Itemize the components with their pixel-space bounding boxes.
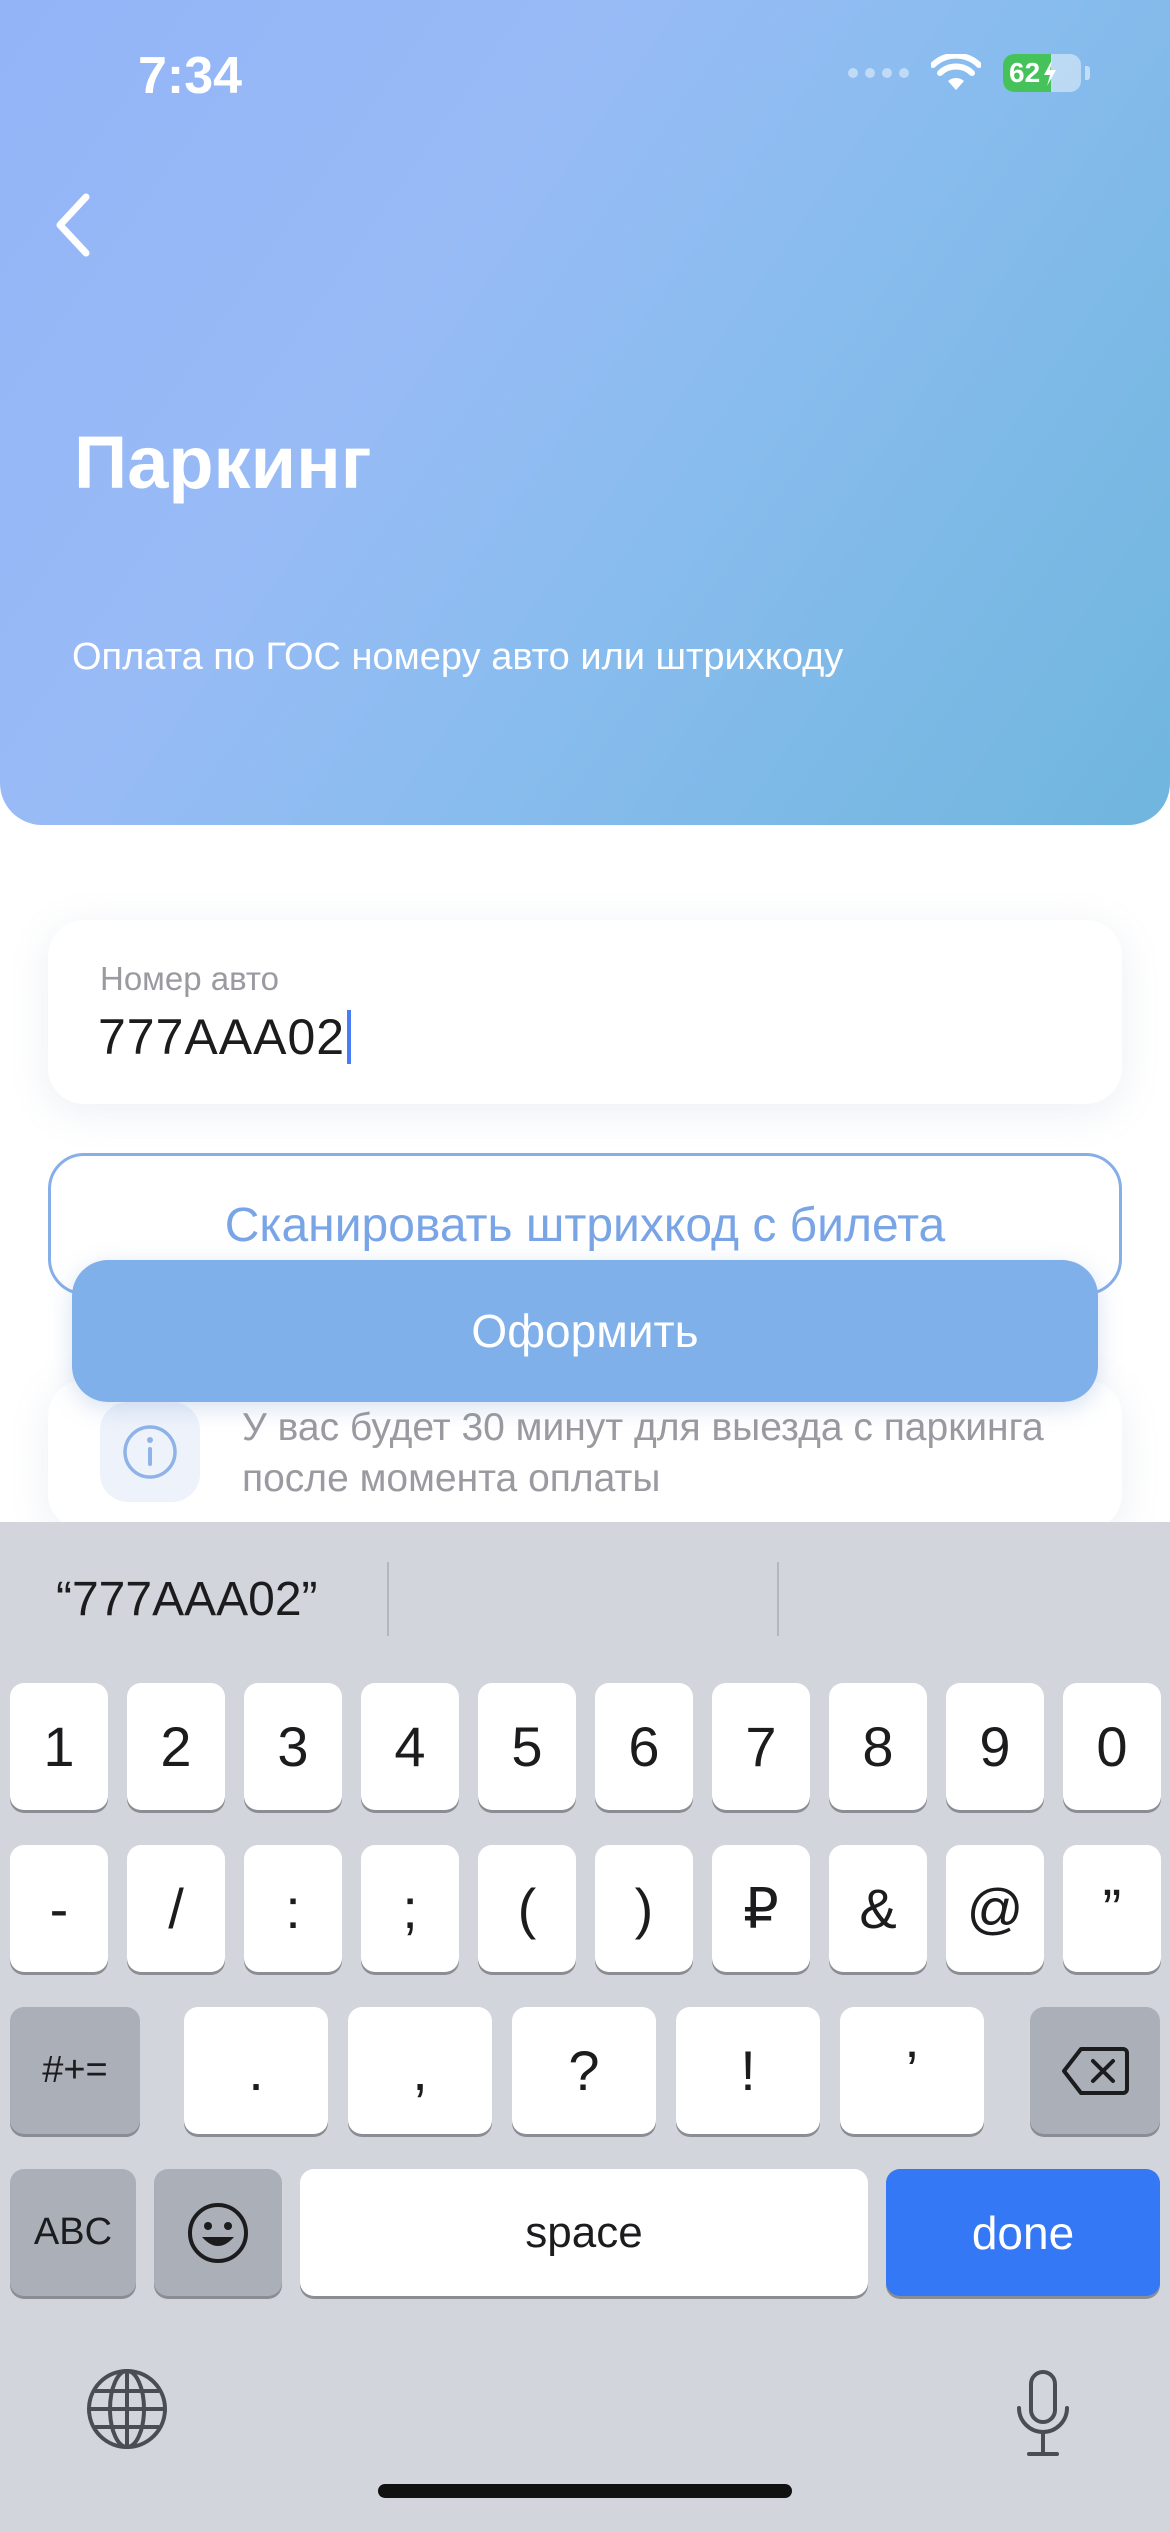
key-at[interactable]: @ (946, 1845, 1044, 1972)
key-7[interactable]: 7 (712, 1683, 810, 1810)
key-5[interactable]: 5 (478, 1683, 576, 1810)
keyboard: “777AAA02” 1 2 3 4 5 6 7 8 9 0 - / : ; (… (0, 1522, 1170, 2532)
microphone-icon[interactable] (998, 2364, 1088, 2464)
key-comma[interactable]: , (348, 2007, 492, 2134)
battery-level: 62 (1009, 57, 1041, 88)
header: 7:34 62 Паркинг Оплата по ГОС номеру авт… (0, 0, 1170, 825)
suggestion-bar: “777AAA02” (0, 1522, 1170, 1677)
status-indicators: 62 (848, 54, 1090, 92)
home-indicator[interactable] (378, 2484, 792, 2498)
space-key[interactable]: space (300, 2169, 868, 2296)
cellular-signal-icon (848, 68, 909, 78)
chevron-left-icon (56, 193, 90, 257)
done-key[interactable]: done (886, 2169, 1160, 2296)
page-subtitle: Оплата по ГОС номеру авто или штрихкоду (72, 636, 844, 678)
suggestion-divider (387, 1562, 389, 1636)
key-semicolon[interactable]: ; (361, 1845, 459, 1972)
key-colon[interactable]: : (244, 1845, 342, 1972)
globe-icon[interactable] (82, 2364, 172, 2454)
battery-cap (1085, 66, 1090, 80)
key-close-paren[interactable]: ) (595, 1845, 693, 1972)
key-apostrophe[interactable]: ’ (840, 2007, 984, 2134)
car-number-input[interactable]: 777AAA02 (98, 1008, 352, 1066)
submit-button[interactable]: Оформить (72, 1260, 1098, 1402)
key-open-paren[interactable]: ( (478, 1845, 576, 1972)
key-hyphen[interactable]: - (10, 1845, 108, 1972)
key-0[interactable]: 0 (1063, 1683, 1161, 1810)
page-title: Паркинг (74, 421, 372, 504)
key-ampersand[interactable]: & (829, 1845, 927, 1972)
submit-label: Оформить (471, 1305, 699, 1357)
battery-icon: 62 (1003, 54, 1081, 92)
suggestion-divider (777, 1562, 779, 1636)
key-exclamation[interactable]: ! (676, 2007, 820, 2134)
info-icon (100, 1402, 200, 1502)
key-period[interactable]: . (184, 2007, 328, 2134)
car-number-label: Номер авто (100, 960, 280, 997)
key-9[interactable]: 9 (946, 1683, 1044, 1810)
key-4[interactable]: 4 (361, 1683, 459, 1810)
key-slash[interactable]: / (127, 1845, 225, 1972)
emoji-icon (188, 2202, 248, 2263)
wifi-icon (931, 54, 981, 90)
key-question[interactable]: ? (512, 2007, 656, 2134)
abc-key[interactable]: ABC (10, 2169, 136, 2296)
key-8[interactable]: 8 (829, 1683, 927, 1810)
car-number-value: 777AAA02 (98, 1009, 346, 1065)
backspace-icon (1062, 2046, 1129, 2095)
key-3[interactable]: 3 (244, 1683, 342, 1810)
symbols-toggle-key[interactable]: #+= (10, 2007, 140, 2134)
emoji-key[interactable] (154, 2169, 282, 2296)
key-ruble[interactable]: ₽ (712, 1845, 810, 1972)
info-card: У вас будет 30 минут для выезда с паркин… (48, 1380, 1122, 1530)
key-quote[interactable]: ” (1063, 1845, 1161, 1972)
back-button[interactable] (52, 180, 122, 270)
delete-key[interactable] (1030, 2007, 1160, 2134)
info-text: У вас будет 30 минут для выезда с паркин… (242, 1406, 1044, 1500)
suggestion-item[interactable]: “777AAA02” (56, 1572, 318, 1627)
key-1[interactable]: 1 (10, 1683, 108, 1810)
key-2[interactable]: 2 (127, 1683, 225, 1810)
car-number-field[interactable]: Номер авто 777AAA02 (48, 920, 1122, 1104)
text-cursor (347, 1010, 352, 1064)
status-time: 7:34 (138, 47, 243, 105)
key-6[interactable]: 6 (595, 1683, 693, 1810)
